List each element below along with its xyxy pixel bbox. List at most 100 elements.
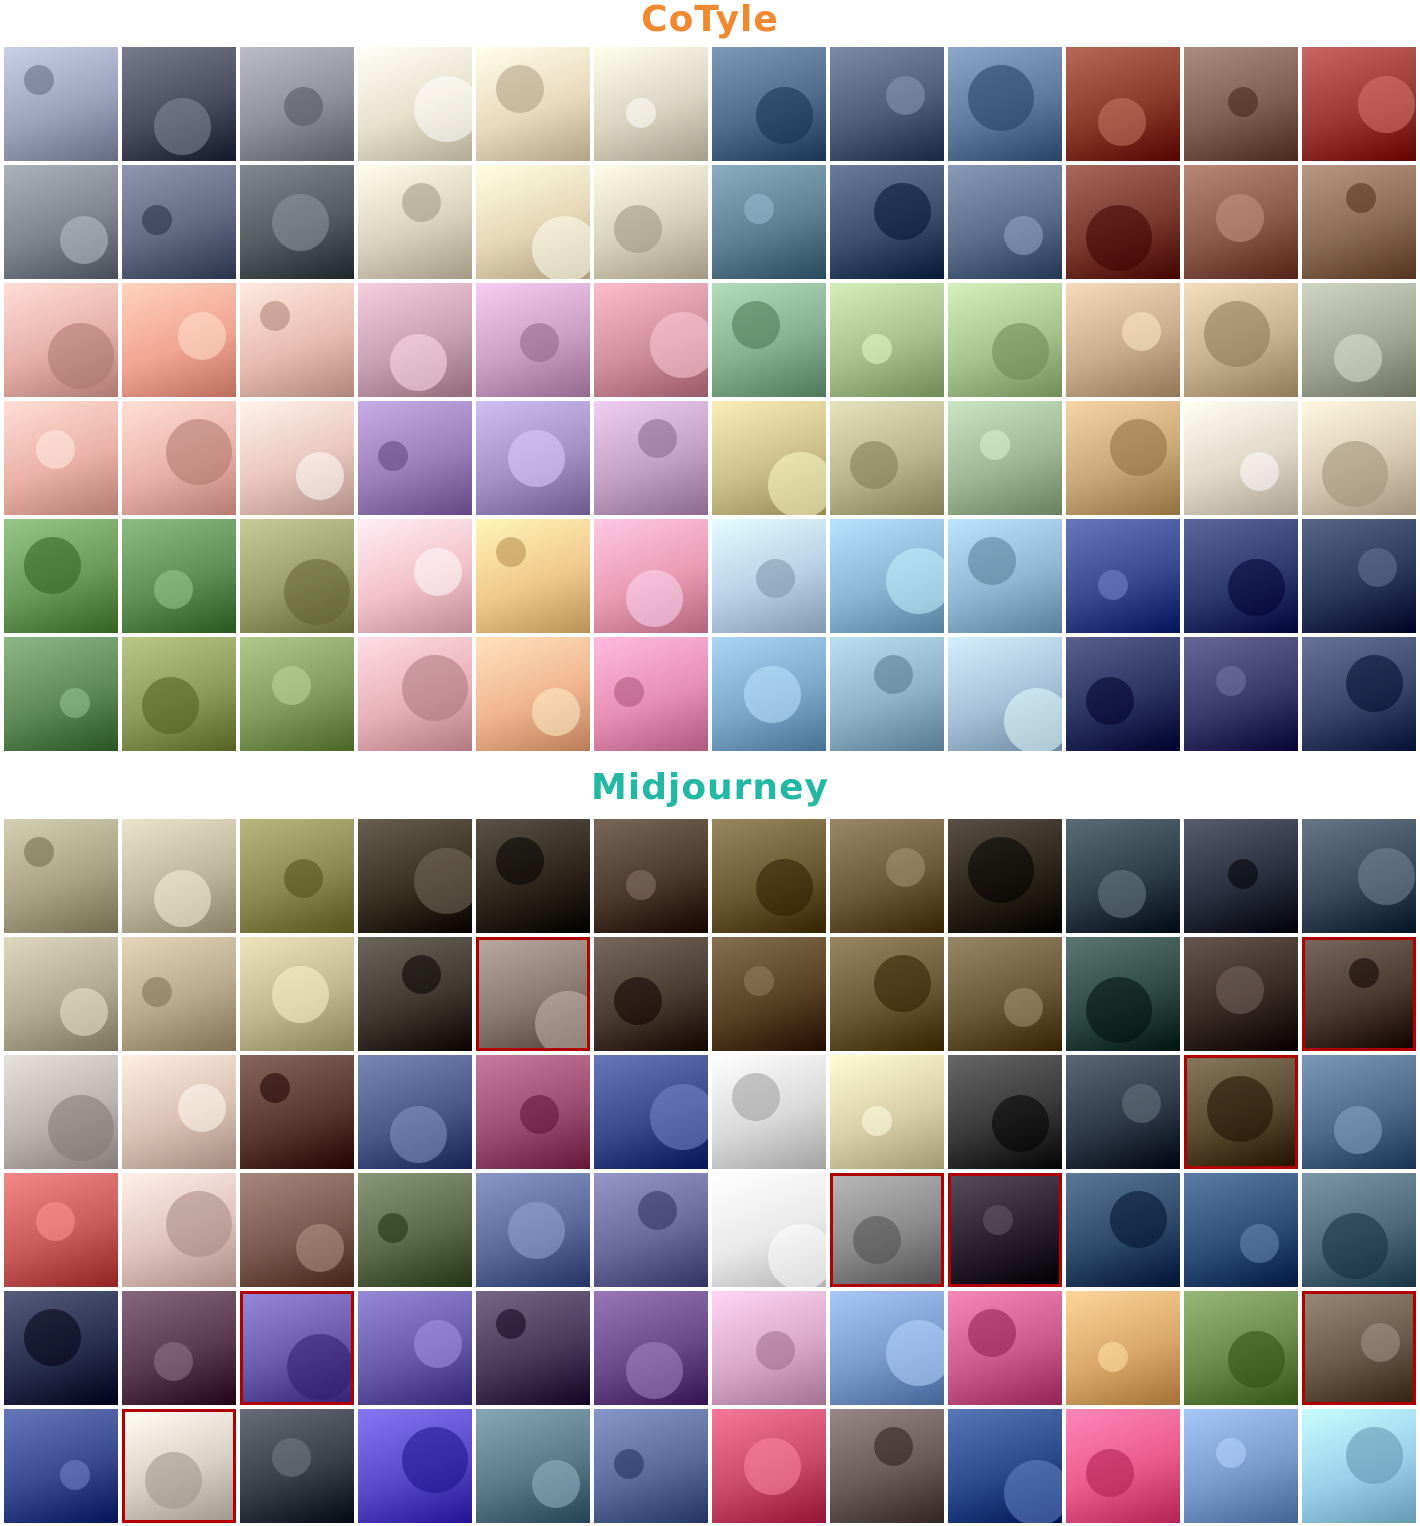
image-subject: [886, 76, 925, 115]
image-tile: [1066, 519, 1180, 633]
image-subject: [1216, 194, 1264, 242]
image-tile: [122, 1291, 236, 1405]
image-tile: [948, 1409, 1062, 1523]
image-subject: [980, 430, 1010, 460]
image-subject: [968, 1309, 1016, 1357]
image-tile: [476, 819, 590, 933]
image-subject: [1346, 655, 1403, 712]
image-tile: [122, 1055, 236, 1169]
image-subject: [744, 966, 774, 996]
image-tile: [240, 637, 354, 751]
image-subject: [650, 312, 708, 378]
image-tile: [1184, 937, 1298, 1051]
image-tile: [240, 401, 354, 515]
image-subject: [154, 1342, 193, 1381]
image-subject: [626, 870, 656, 900]
image-tile: [830, 47, 944, 161]
image-subject: [992, 1095, 1049, 1152]
image-tile: [1302, 637, 1416, 751]
image-subject: [402, 1427, 468, 1493]
image-subject: [414, 1320, 462, 1368]
image-subject: [1086, 977, 1152, 1043]
image-tile: [830, 1173, 944, 1287]
image-tile: [1066, 1055, 1180, 1169]
image-tile: [594, 637, 708, 751]
image-subject: [296, 1224, 344, 1272]
image-subject: [1004, 988, 1043, 1027]
image-subject: [378, 441, 408, 471]
image-subject: [1098, 570, 1128, 600]
image-subject: [638, 419, 677, 458]
image-subject: [614, 1449, 644, 1479]
image-subject: [1216, 666, 1246, 696]
image-tile: [358, 47, 472, 161]
image-subject: [744, 194, 774, 224]
image-subject: [272, 666, 311, 705]
image-tile: [476, 519, 590, 633]
image-tile: [1066, 283, 1180, 397]
image-tile: [122, 1173, 236, 1287]
image-subject: [862, 334, 892, 364]
image-tile: [240, 1173, 354, 1287]
image-subject: [1122, 312, 1161, 351]
image-subject: [532, 688, 580, 736]
image-tile: [476, 283, 590, 397]
image-tile: [1302, 937, 1416, 1051]
image-subject: [626, 1342, 683, 1399]
image-subject: [535, 991, 587, 1048]
image-subject: [1334, 334, 1382, 382]
image-subject: [1110, 1191, 1167, 1248]
image-tile: [1184, 1055, 1298, 1169]
image-subject: [60, 688, 90, 718]
image-tile: [4, 1055, 118, 1169]
image-subject: [24, 537, 81, 594]
image-tile: [830, 637, 944, 751]
image-tile: [1302, 519, 1416, 633]
image-tile: [594, 1173, 708, 1287]
image-tile: [1184, 1409, 1298, 1523]
midjourney-title: Midjourney: [591, 767, 829, 808]
image-subject: [166, 419, 232, 485]
image-tile: [122, 519, 236, 633]
image-subject: [154, 570, 193, 609]
image-subject: [1228, 1331, 1285, 1388]
image-subject: [992, 323, 1049, 380]
image-subject: [402, 955, 441, 994]
image-tile: [594, 1055, 708, 1169]
image-tile: [476, 1291, 590, 1405]
image-subject: [1322, 441, 1388, 507]
image-subject: [508, 430, 565, 487]
image-subject: [1004, 688, 1062, 751]
image-subject: [48, 1095, 114, 1161]
image-subject: [874, 1427, 913, 1466]
image-tile: [1066, 637, 1180, 751]
image-tile: [948, 1055, 1062, 1169]
image-tile: [712, 283, 826, 397]
image-subject: [378, 1213, 408, 1243]
image-tile: [712, 637, 826, 751]
image-subject: [402, 655, 468, 721]
image-subject: [874, 655, 913, 694]
image-subject: [1334, 1106, 1382, 1154]
image-subject: [1098, 870, 1146, 918]
image-subject: [260, 301, 290, 331]
image-subject: [272, 1438, 311, 1477]
image-subject: [414, 76, 472, 142]
image-subject: [756, 559, 795, 598]
image-subject: [1122, 1084, 1161, 1123]
cotyle-image-grid: [4, 47, 1416, 751]
image-subject: [284, 559, 350, 625]
image-tile: [122, 819, 236, 933]
image-subject: [968, 65, 1034, 131]
image-subject: [850, 441, 898, 489]
image-subject: [1098, 98, 1146, 146]
image-tile: [712, 165, 826, 279]
image-tile: [830, 519, 944, 633]
image-subject: [402, 183, 441, 222]
image-subject: [1358, 76, 1415, 133]
image-subject: [874, 183, 931, 240]
image-tile: [1184, 283, 1298, 397]
image-subject: [638, 1191, 677, 1230]
image-tile: [712, 47, 826, 161]
image-subject: [626, 570, 683, 627]
